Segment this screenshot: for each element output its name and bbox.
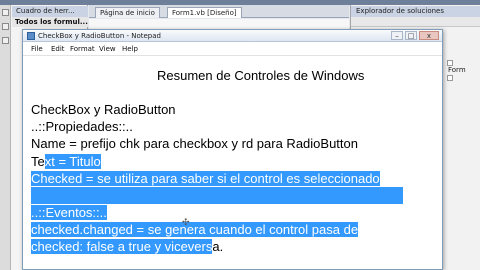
tool-icon[interactable] [2,23,9,30]
tool-icon[interactable] [2,37,9,44]
window-title: CheckBox y RadioButton - Notepad [38,32,161,40]
close-button[interactable]: x [419,31,439,40]
tab-start-page[interactable]: Página de inicio [95,7,160,18]
menu-file[interactable]: File [31,42,43,56]
events-label-line: ..::Eventos::.. [31,204,107,221]
menu-format[interactable]: Format [70,42,95,56]
menu-view[interactable]: View [99,42,116,56]
text-editor[interactable]: Resumen de Controles de Windows CheckBox… [23,57,442,269]
toolbox-icon-strip [0,5,11,270]
changed-event-line-2: checked: false a true y viceversa. [31,238,223,255]
notepad-window: CheckBox y RadioButton - Notepad – □ x F… [22,29,443,270]
mouse-pointer-icon: ✣ [182,217,190,227]
blank-selected-line [31,187,403,204]
menu-help[interactable]: Help [122,42,138,56]
events-label: ..::Eventos::.. [31,205,107,220]
text-line-selection: xt = Titulo [44,154,101,169]
document-subheading: CheckBox y RadioButton [31,102,176,117]
checked-property-line: Checked = se utiliza para saber si el co… [31,170,380,187]
checked-line-selection: Checked = se utiliza para saber si el co… [31,171,380,186]
document-heading: Resumen de Controles de Windows [157,68,365,83]
changed-line-2-selection: checked: false a true y vicevers [31,239,213,254]
text-line-unselected: Te [31,154,45,169]
text-property-line: Text = Titulo [31,153,101,170]
toolbox-group-header[interactable]: Todos los formul... [12,17,88,27]
editor-tab-strip: Página de inicio Form1.vb [Diseño] [89,5,349,18]
toolbox-title: Cuadro de herr... [12,6,88,17]
solution-item-form[interactable]: Form [448,66,466,74]
tree-expand-icon[interactable] [447,75,453,81]
maximize-button[interactable]: □ [405,31,417,40]
changed-event-line-1: checked.changed = se genera cuando el co… [31,221,359,238]
changed-line-2-unselected: a. [212,239,224,254]
notepad-title-bar[interactable]: CheckBox y RadioButton - Notepad – □ x [23,30,442,42]
minimize-button[interactable]: – [391,31,403,40]
changed-line-1-selection: checked.changed = se genera cuando el co… [31,222,359,237]
solution-explorer-toolbar [351,17,480,27]
notepad-app-icon [27,32,35,40]
properties-label: ..::Propiedades::.. [31,119,133,134]
menu-bar: File Edit Format View Help [23,42,442,56]
name-property-line: Name = prefijo chk para checkbox y rd pa… [31,136,358,151]
tool-icon[interactable] [2,9,9,16]
menu-edit[interactable]: Edit [51,42,65,56]
tab-form-designer[interactable]: Form1.vb [Diseño] [167,7,242,18]
solution-explorer-title: Explorador de soluciones [351,6,480,17]
